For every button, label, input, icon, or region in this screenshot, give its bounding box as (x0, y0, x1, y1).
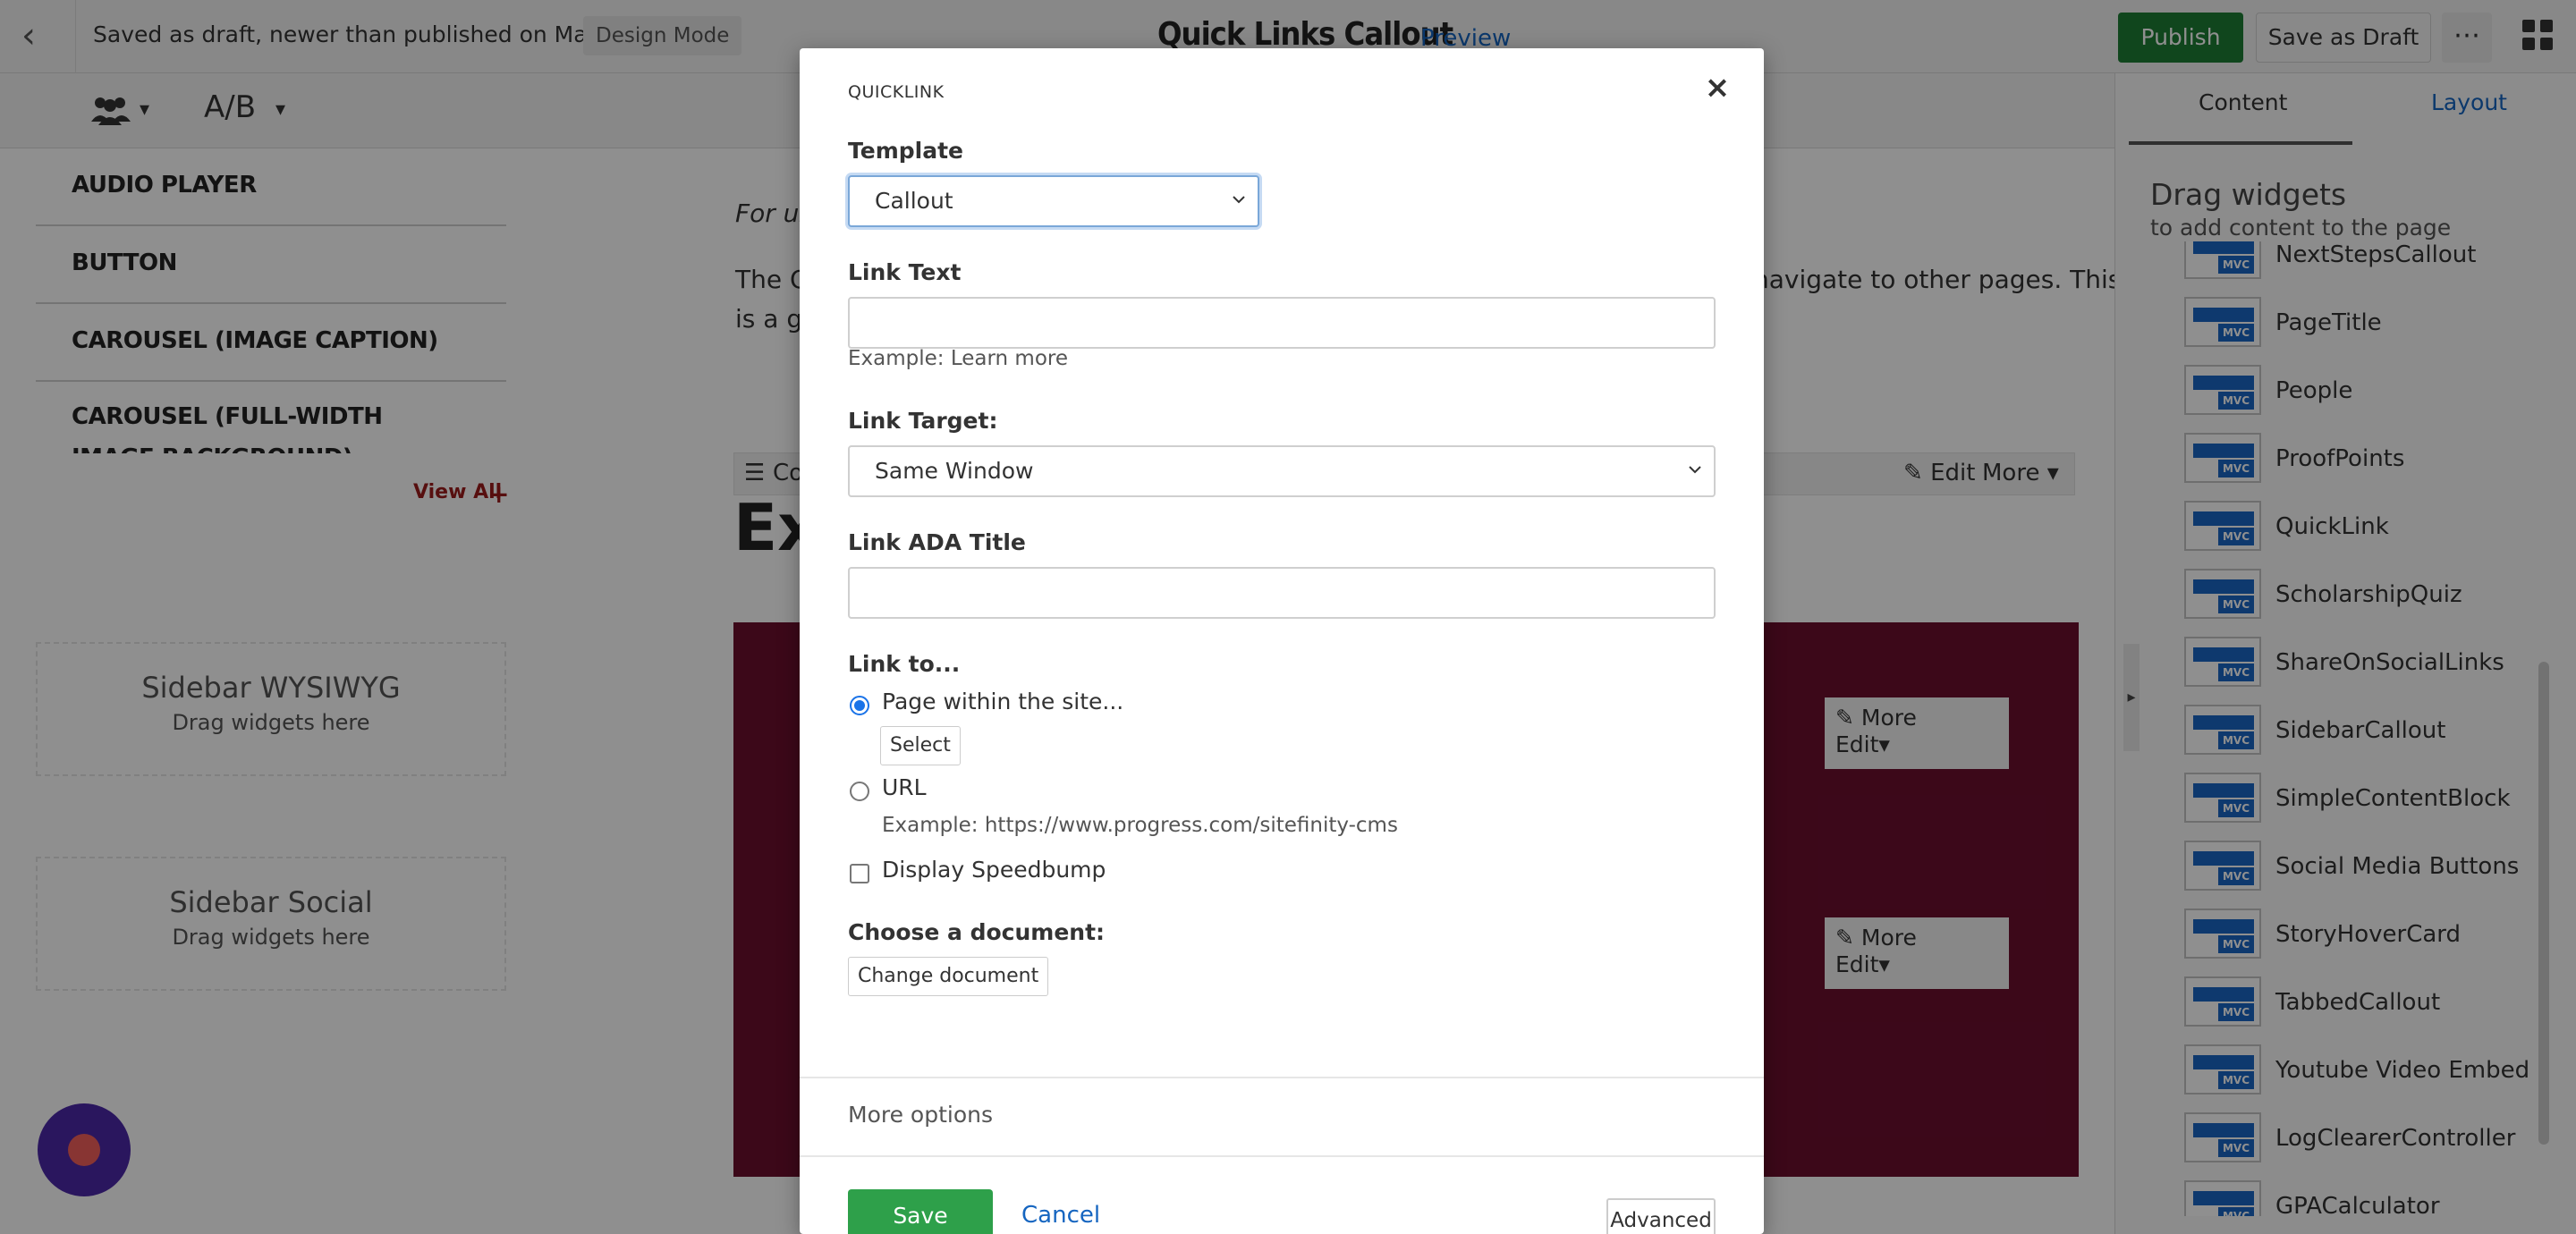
ada-title-label: Link ADA Title (848, 529, 1026, 555)
change-document-button[interactable]: Change document (848, 957, 1049, 996)
speedbump-label: Display Speedbump (882, 857, 1106, 883)
speedbump-checkbox[interactable] (850, 864, 869, 883)
dialog-header: QUICKLINK (848, 82, 945, 102)
divider (800, 1077, 1764, 1078)
document-label: Choose a document: (848, 919, 1106, 945)
cancel-link[interactable]: Cancel (1021, 1202, 1100, 1229)
close-icon[interactable]: × (1699, 70, 1735, 106)
quicklink-dialog: QUICKLINK × Template Callout Link Text E… (800, 48, 1764, 1234)
link-target-select[interactable]: Same Window (848, 445, 1716, 497)
url-option-label: URL (882, 774, 927, 800)
link-text-hint: Example: Learn more (848, 347, 1069, 370)
save-button[interactable]: Save (848, 1189, 993, 1234)
link-text-label: Link Text (848, 259, 962, 285)
url-radio[interactable] (850, 782, 869, 801)
select-page-button[interactable]: Select (880, 726, 961, 765)
chevron-down-icon (1233, 196, 1245, 204)
template-label: Template (848, 138, 963, 164)
ada-title-input[interactable] (848, 567, 1716, 619)
page-radio[interactable] (850, 696, 869, 715)
url-hint: Example: https://www.progress.com/sitefi… (882, 814, 1398, 837)
advanced-button[interactable]: Advanced (1606, 1198, 1716, 1234)
template-value: Callout (875, 188, 953, 214)
chevron-down-icon (1689, 466, 1701, 474)
page-option-label: Page within the site... (882, 689, 1124, 714)
link-to-label: Link to... (848, 651, 961, 677)
divider (800, 1155, 1764, 1157)
template-select[interactable]: Callout (848, 175, 1259, 227)
more-options-toggle[interactable]: More options (848, 1102, 993, 1128)
link-target-label: Link Target: (848, 408, 998, 434)
link-text-input[interactable] (848, 297, 1716, 349)
link-target-value: Same Window (875, 458, 1034, 484)
